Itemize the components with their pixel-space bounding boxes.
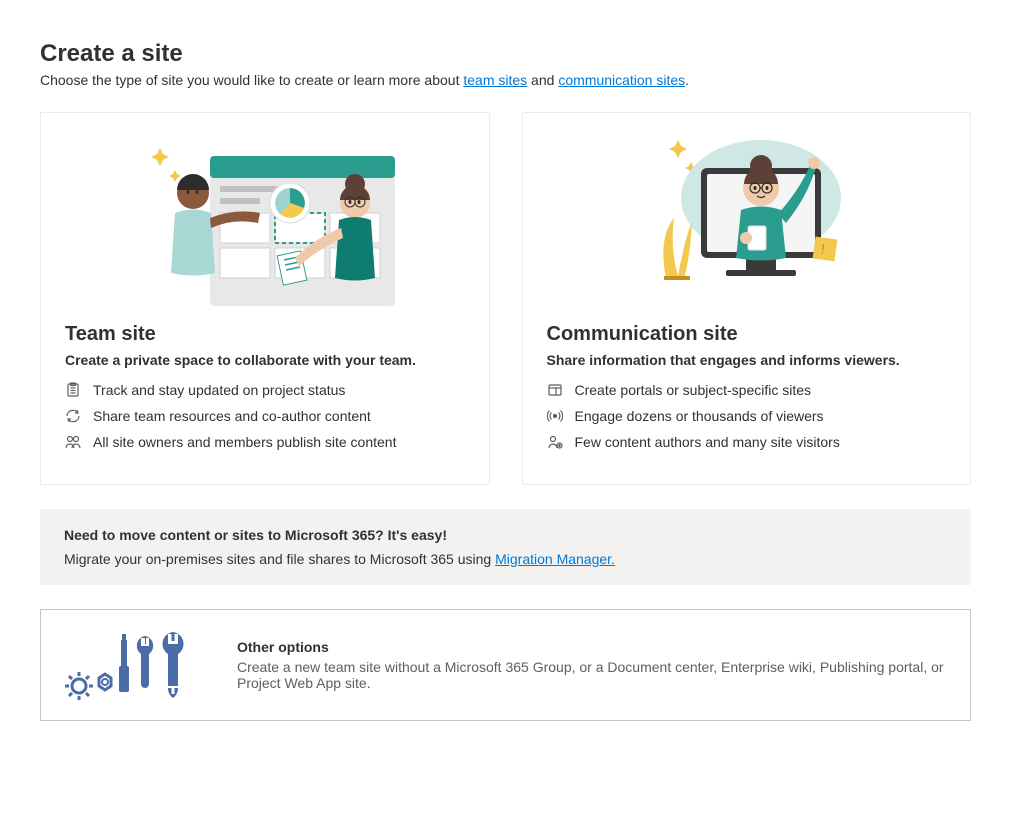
team-site-features: Track and stay updated on project status… xyxy=(65,382,465,450)
migration-manager-link[interactable]: Migration Manager. xyxy=(495,551,615,567)
subtitle-text-1: Choose the type of site you would like t… xyxy=(40,72,463,88)
subtitle-text-3: . xyxy=(685,72,689,88)
communication-site-title: Communication site xyxy=(547,323,947,346)
communication-site-illustration: ! xyxy=(523,113,971,313)
feature-text: Share team resources and co-author conte… xyxy=(93,408,371,424)
list-item: All site owners and members publish site… xyxy=(65,434,465,450)
other-options-card[interactable]: Other options Create a new team site wit… xyxy=(40,609,971,721)
other-options-text: Create a new team site without a Microso… xyxy=(237,659,946,691)
feature-text: All site owners and members publish site… xyxy=(93,434,396,450)
tools-icon xyxy=(65,630,205,700)
migrate-text: Migrate your on-premises sites and file … xyxy=(64,551,947,567)
author-icon xyxy=(547,434,563,450)
communication-site-card[interactable]: ! xyxy=(522,112,972,485)
team-site-title: Team site xyxy=(65,323,465,346)
other-options-title: Other options xyxy=(237,639,946,655)
communication-sites-link[interactable]: communication sites xyxy=(558,72,685,88)
team-site-tagline: Create a private space to collaborate wi… xyxy=(65,352,465,368)
communication-site-features: Create portals or subject-specific sites… xyxy=(547,382,947,450)
team-sites-link[interactable]: team sites xyxy=(463,72,527,88)
list-item: Track and stay updated on project status xyxy=(65,382,465,398)
page-subtitle: Choose the type of site you would like t… xyxy=(40,72,971,88)
migrate-title: Need to move content or sites to Microso… xyxy=(64,527,947,543)
feature-text: Track and stay updated on project status xyxy=(93,382,345,398)
sync-icon xyxy=(65,408,81,424)
migrate-text-prefix: Migrate your on-premises sites and file … xyxy=(64,551,495,567)
create-site-panel: Create a site Choose the type of site yo… xyxy=(40,40,971,721)
team-site-card[interactable]: Team site Create a private space to coll… xyxy=(40,112,490,485)
people-icon xyxy=(65,434,81,450)
site-type-cards: Team site Create a private space to coll… xyxy=(40,112,971,485)
list-item: Few content authors and many site visito… xyxy=(547,434,947,450)
clipboard-icon xyxy=(65,382,81,398)
page-title: Create a site xyxy=(40,40,971,68)
communication-site-tagline: Share information that engages and infor… xyxy=(547,352,947,368)
list-item: Create portals or subject-specific sites xyxy=(547,382,947,398)
feature-text: Few content authors and many site visito… xyxy=(575,434,840,450)
team-site-illustration xyxy=(41,113,489,313)
feature-text: Create portals or subject-specific sites xyxy=(575,382,812,398)
list-item: Share team resources and co-author conte… xyxy=(65,408,465,424)
subtitle-text-2: and xyxy=(527,72,558,88)
portal-icon xyxy=(547,382,563,398)
feature-text: Engage dozens or thousands of viewers xyxy=(575,408,824,424)
broadcast-icon xyxy=(547,408,563,424)
list-item: Engage dozens or thousands of viewers xyxy=(547,408,947,424)
migrate-banner: Need to move content or sites to Microso… xyxy=(40,509,971,585)
